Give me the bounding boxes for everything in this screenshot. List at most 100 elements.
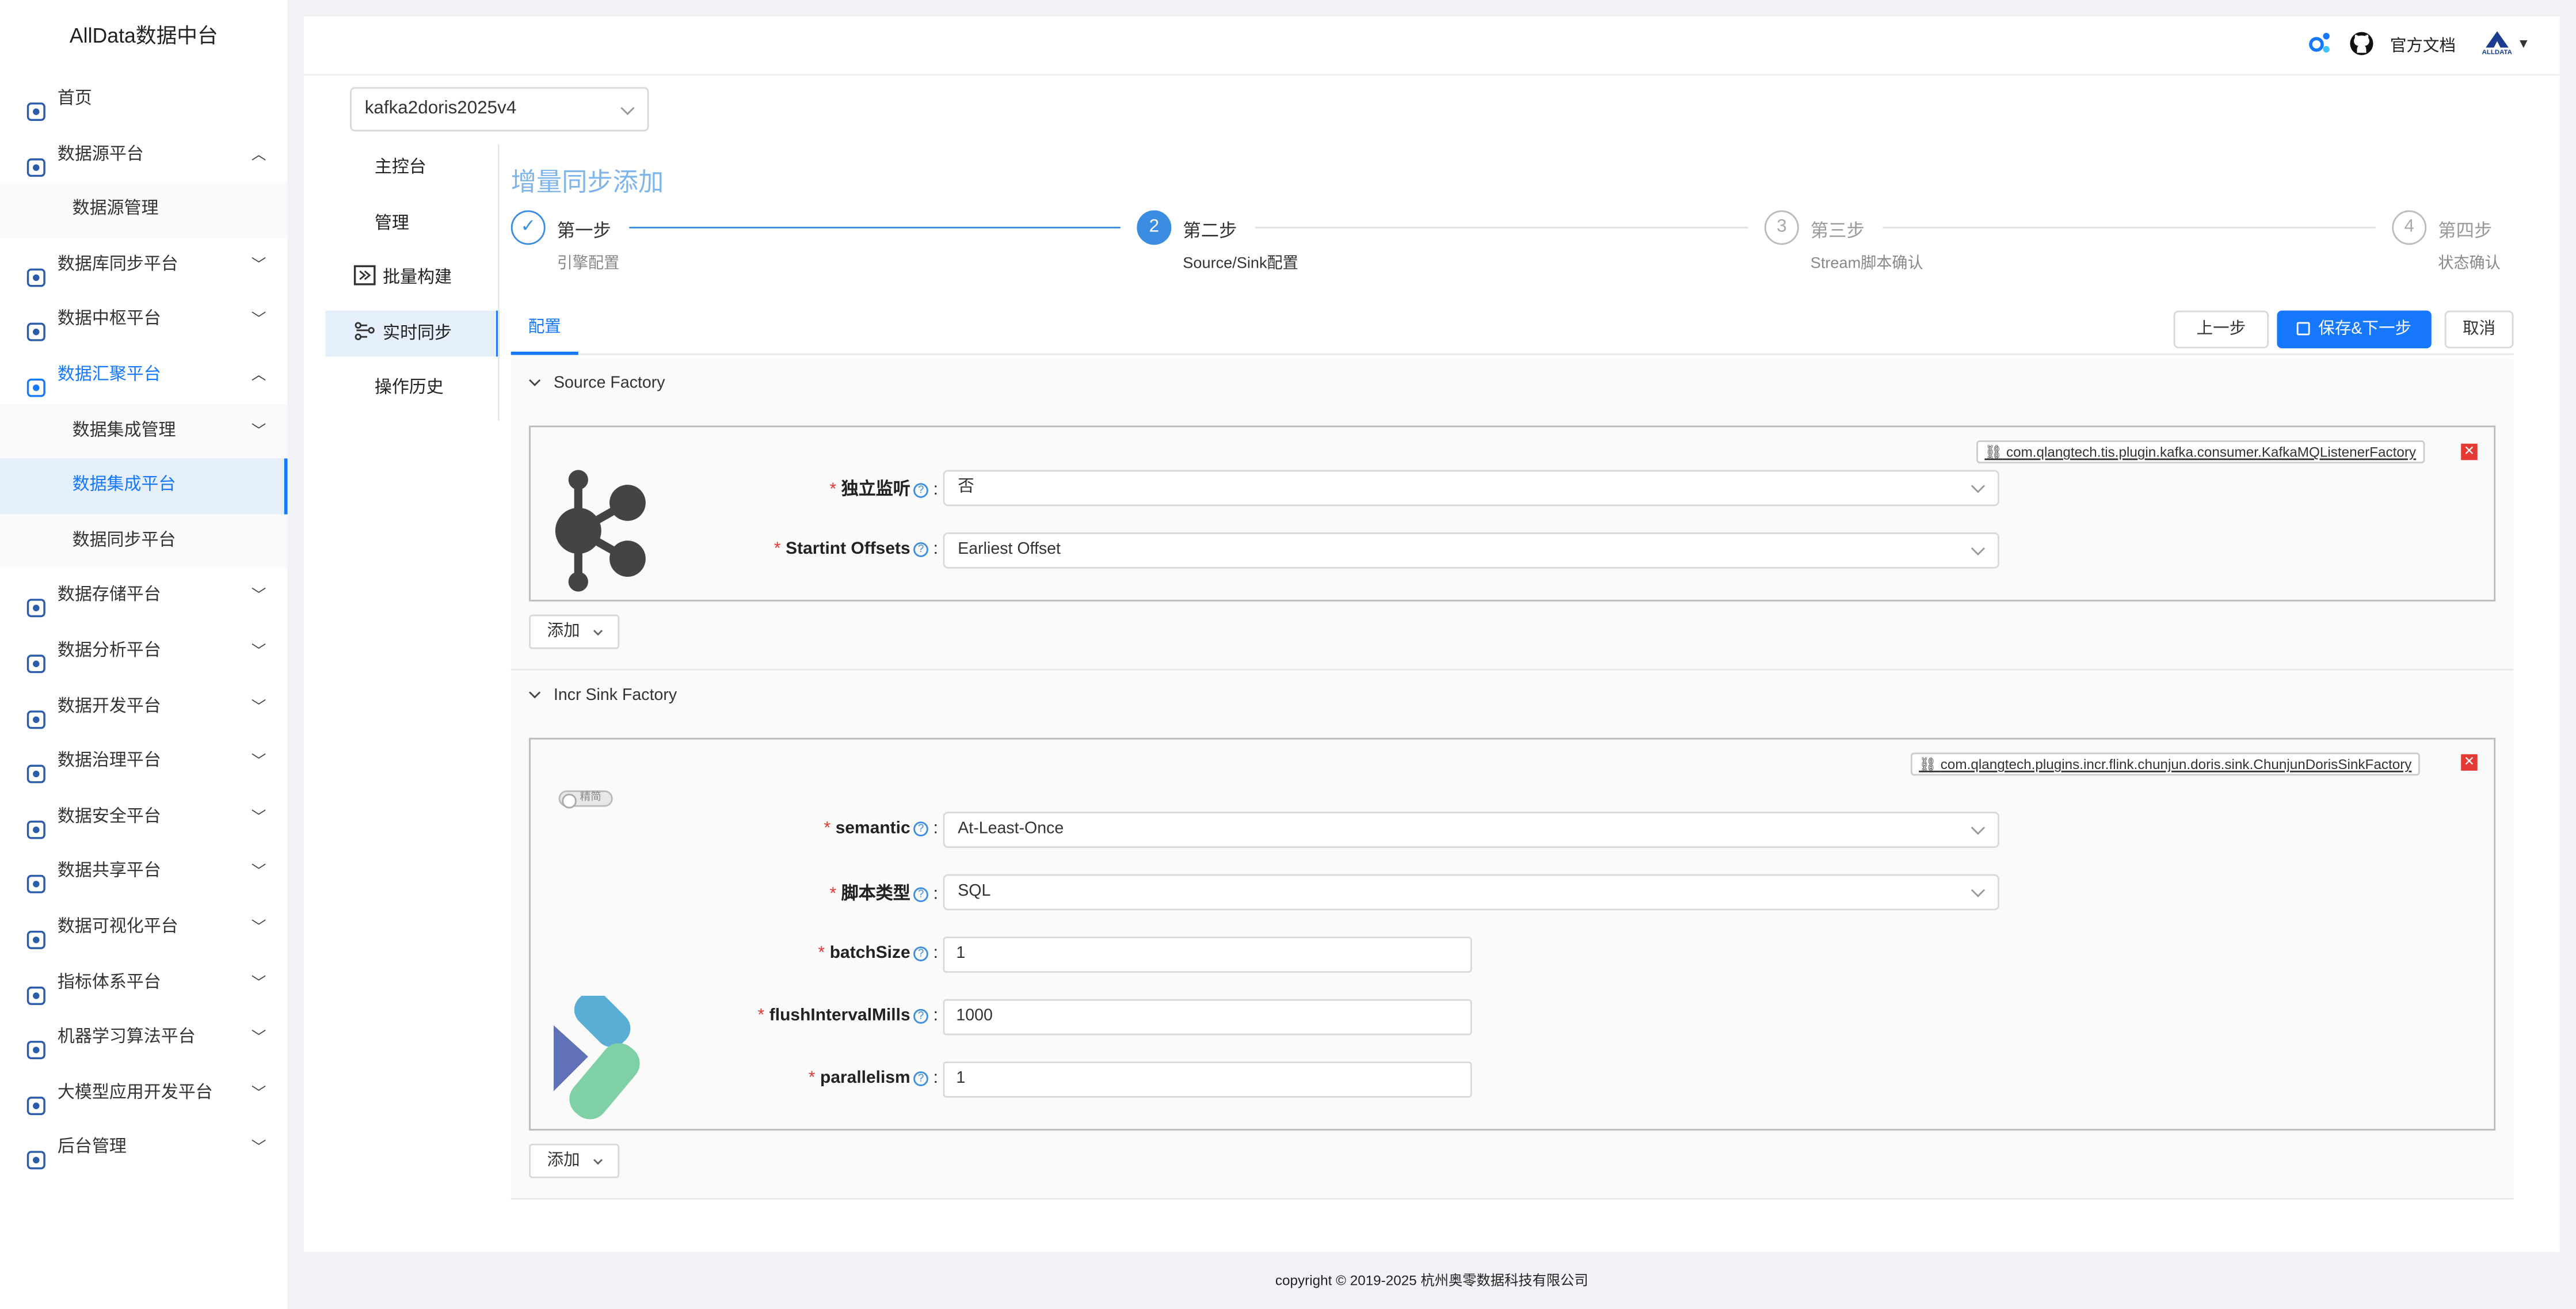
save-next-button[interactable]: 保存&下一步 (2277, 310, 2432, 349)
sidebar-item[interactable]: 大模型应用开发平台 ﹀ (0, 1066, 288, 1121)
sidebar-item[interactable]: 数据源管理 (0, 182, 288, 238)
help-icon[interactable]: ? (913, 887, 929, 903)
simplify-toggle[interactable]: 精简 (558, 790, 613, 809)
sidebar-item[interactable]: 数据安全平台 ﹀ (0, 790, 288, 845)
pipeline-nav-item[interactable]: 操作历史 (325, 366, 500, 412)
top-bar: 官方文档 ALLDATA ▼ (304, 16, 2560, 76)
help-icon[interactable]: ? (913, 946, 929, 961)
sink-add-button[interactable]: 添加 (529, 1143, 620, 1178)
step-4-indicator: 4 (2392, 210, 2427, 245)
user-menu[interactable]: ALLDATA ▼ (2482, 30, 2530, 55)
help-icon[interactable]: ? (913, 483, 929, 498)
docs-link[interactable]: 官方文档 (2390, 31, 2456, 55)
field-label: * batchSize?: (818, 943, 938, 963)
sidebar-item[interactable]: 数据集成管理 ﹀ (0, 403, 288, 459)
chevron-down-icon: ﹀ (251, 752, 266, 770)
sidebar-item-label: 指标体系平台 (57, 972, 161, 992)
sidebar-item[interactable]: 数据汇聚平台 ︿ (0, 348, 288, 404)
sidebar-item[interactable]: 数据分析平台 ﹀ (0, 625, 288, 680)
chevron-down-icon (593, 626, 603, 636)
chevron-down-icon (1971, 479, 1986, 493)
governance-icon (26, 753, 46, 783)
source-plugin-link[interactable]: ⛓ com.qlangtech.tis.plugin.kafka.consume… (1976, 440, 2425, 463)
sidebar-item[interactable]: 数据可视化平台 ﹀ (0, 900, 288, 956)
sidebar-item[interactable]: 数据开发平台 ﹀ (0, 679, 288, 735)
field-input[interactable]: 1 (943, 1061, 1472, 1098)
field-value: 1 (956, 1070, 966, 1088)
step-3-title: 第三步 (1810, 222, 1865, 242)
pipeline-select[interactable]: kafka2doris2025v4 (350, 87, 649, 132)
cancel-button[interactable]: 取消 (2444, 310, 2514, 349)
sink-plugin-link[interactable]: ⛓ com.qlangtech.plugins.incr.flink.chunj… (1910, 752, 2420, 776)
sidebar-item[interactable]: 数据存储平台 ﹀ (0, 569, 288, 625)
layers-icon (26, 366, 46, 397)
sidebar-item[interactable]: 首页 (0, 73, 288, 128)
sidebar-item-label: 数据可视化平台 (57, 916, 178, 937)
field-label-text: flushIntervalMills (769, 1006, 910, 1026)
sidebar-item-label: 数据共享平台 (57, 861, 161, 881)
chevron-down-icon: ﹀ (251, 1139, 266, 1156)
help-icon[interactable]: ? (913, 542, 929, 557)
sidebar-item-label: 后台管理 (57, 1137, 127, 1158)
analysis-icon (26, 642, 46, 673)
sidebar-item[interactable]: 数据集成平台 (0, 458, 288, 514)
field-select[interactable]: SQL (943, 874, 2000, 911)
tab-config[interactable]: 配置 (510, 307, 578, 355)
sidebar-item[interactable]: 后台管理 ﹀ (0, 1121, 288, 1177)
sidebar-item-label: 数据同步平台 (72, 530, 176, 550)
chevron-down-icon: ﹀ (251, 918, 266, 935)
source-section-header[interactable]: Source Factory (529, 374, 665, 393)
step-1-title: 第一步 (557, 222, 611, 242)
step-3-desc: Stream脚本确认 (1810, 254, 1923, 273)
settings-icon (26, 1139, 46, 1170)
field-input[interactable]: 1 (943, 937, 1472, 973)
sidebar-item[interactable]: 数据治理平台 ﹀ (0, 735, 288, 790)
sidebar-item[interactable]: 指标体系平台 ﹀ (0, 956, 288, 1011)
sidebar-item[interactable]: 数据库同步平台 ﹀ (0, 238, 288, 293)
home-icon (26, 90, 46, 121)
sink-section-header[interactable]: Incr Sink Factory (529, 687, 677, 705)
field-select[interactable]: At-Least-Once (943, 812, 2000, 848)
llm-icon (26, 1084, 46, 1115)
pipeline-nav-label: 管理 (374, 212, 409, 233)
pipeline-nav-label: 实时同步 (383, 323, 452, 344)
sidebar-item-label: 数据集成平台 (72, 475, 176, 495)
pipeline-nav-item[interactable]: 管理 (325, 200, 500, 246)
remove-source-button[interactable]: ✕ (2461, 443, 2478, 461)
step-2-indicator: 2 (1137, 210, 1172, 245)
field-select[interactable]: Earliest Offset (943, 532, 2000, 569)
chevron-down-icon: ﹀ (251, 421, 266, 438)
source-add-button[interactable]: 添加 (529, 614, 620, 649)
sidebar-item-label: 数据开发平台 (57, 696, 161, 716)
chevron-down-icon: ﹀ (251, 587, 266, 604)
pipeline-nav-item[interactable]: 主控台 (325, 144, 500, 191)
chevron-down-icon (593, 1155, 603, 1165)
field-input[interactable]: 1000 (943, 999, 1472, 1036)
pipeline-nav-item[interactable]: 批量构建 (325, 255, 500, 301)
pipeline-nav-item[interactable]: 实时同步 (325, 310, 500, 356)
sidebar-item-label: 机器学习算法平台 (57, 1027, 196, 1047)
sidebar-item[interactable]: 数据共享平台 ﹀ (0, 845, 288, 900)
help-icon[interactable]: ? (913, 1009, 929, 1024)
remove-sink-button[interactable]: ✕ (2461, 754, 2478, 771)
pipeline-nav-label: 主控台 (374, 158, 426, 178)
link-icon: ⛓ (1984, 443, 2003, 461)
sidebar-item-label: 数据库同步平台 (57, 254, 178, 275)
step-1-desc: 引擎配置 (557, 254, 620, 273)
sidebar: AllData数据中台 首页 数据源平台 ︿ 数据源管理 数据库同步平台 ﹀ 数据中枢平台 ﹀… (0, 0, 288, 1309)
sidebar-item[interactable]: 机器学习算法平台 ﹀ (0, 1011, 288, 1066)
field-value: 否 (958, 478, 974, 497)
github-icon[interactable] (2349, 31, 2373, 55)
prev-button[interactable]: 上一步 (2173, 310, 2269, 349)
sidebar-item[interactable]: 数据同步平台 (0, 513, 288, 569)
footer: copyright © 2019-2025 杭州奥零数据科技有限公司 (1275, 1272, 1588, 1289)
plugin-icon[interactable] (2306, 29, 2333, 56)
sidebar-item-label: 数据集成管理 (72, 420, 176, 440)
field-select[interactable]: 否 (943, 470, 2000, 507)
help-icon[interactable]: ? (913, 821, 929, 836)
field-label: * parallelism?: (808, 1068, 938, 1088)
sidebar-item[interactable]: 数据中枢平台 ﹀ (0, 293, 288, 348)
sidebar-item[interactable]: 数据源平台 ︿ (0, 127, 288, 182)
help-icon[interactable]: ? (913, 1071, 929, 1086)
sidebar-item-label: 大模型应用开发平台 (57, 1082, 213, 1102)
